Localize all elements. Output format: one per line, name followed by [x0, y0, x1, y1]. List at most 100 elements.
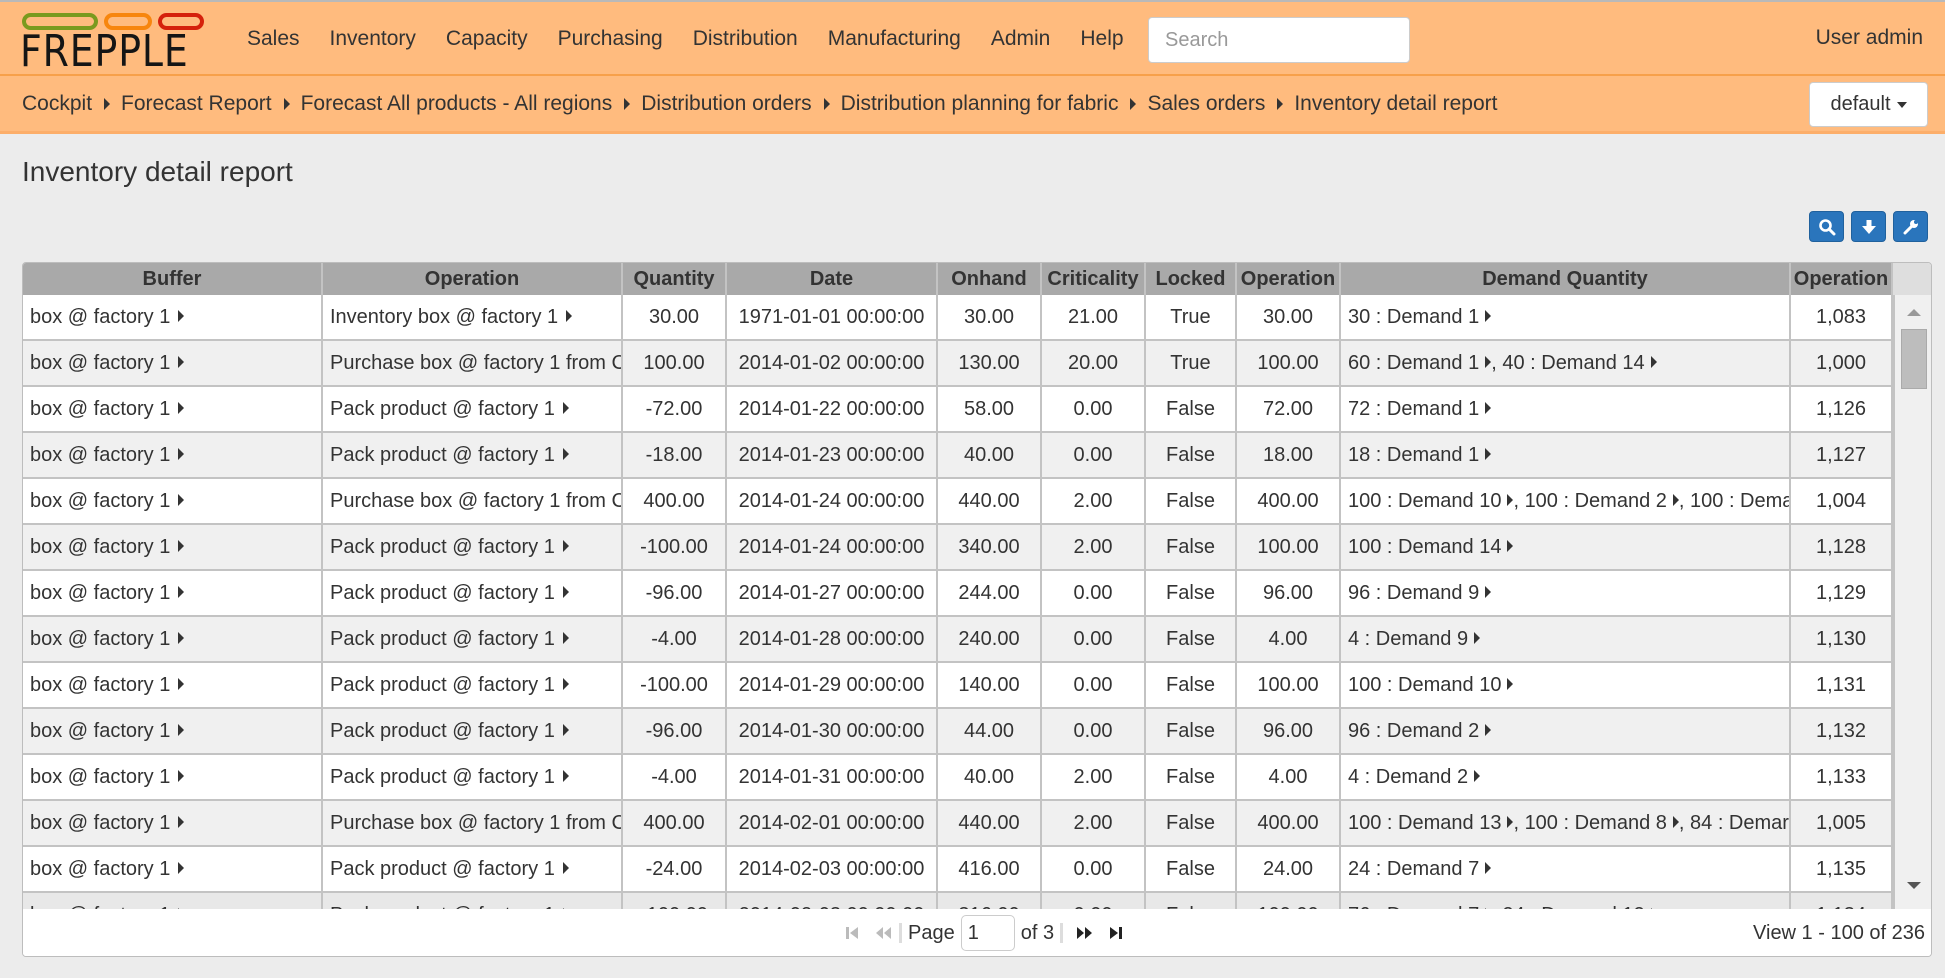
- table-row[interactable]: box @ factory 1 Pack product @ factory 1 -…: [23, 387, 1893, 433]
- drilldown-caret-icon[interactable]: [178, 816, 185, 828]
- cell-operation[interactable]: Pack product @ factory 1: [323, 755, 623, 799]
- drilldown-caret-icon[interactable]: [562, 448, 569, 460]
- demand-link[interactable]: 84 : Demar: [1690, 812, 1789, 834]
- drilldown-caret-icon[interactable]: [562, 770, 569, 782]
- drilldown-caret-icon[interactable]: [562, 724, 569, 736]
- breadcrumb-item-current[interactable]: Inventory detail report: [1294, 92, 1497, 116]
- drilldown-caret-icon[interactable]: [178, 540, 185, 552]
- drilldown-caret-icon[interactable]: [178, 724, 185, 736]
- drilldown-caret-icon[interactable]: [562, 402, 569, 414]
- drilldown-caret-icon[interactable]: [1485, 402, 1492, 414]
- page-number-input[interactable]: [960, 915, 1015, 951]
- table-row[interactable]: box @ factory 1 Pack product @ factory 1 -…: [23, 847, 1893, 893]
- demand-link[interactable]: 4 : Demand 2: [1348, 766, 1468, 788]
- cell-buffer[interactable]: box @ factory 1: [23, 893, 323, 909]
- drilldown-caret-icon[interactable]: [178, 632, 185, 644]
- demand-link[interactable]: 30 : Demand 1: [1348, 306, 1479, 328]
- demand-link[interactable]: 100 : Demand 10: [1348, 674, 1501, 696]
- table-row[interactable]: box @ factory 1 Pack product @ factory 1 -…: [23, 571, 1893, 617]
- drilldown-caret-icon[interactable]: [562, 540, 569, 552]
- menu-admin[interactable]: Admin: [991, 27, 1051, 51]
- cell-buffer[interactable]: box @ factory 1: [23, 525, 323, 569]
- table-row[interactable]: box @ factory 1 Pack product @ factory 1 -…: [23, 709, 1893, 755]
- table-row[interactable]: box @ factory 1 Inventory box @ factory 1…: [23, 295, 1893, 341]
- demand-link[interactable]: 100 : Demand 13: [1348, 812, 1501, 834]
- download-button[interactable]: [1851, 211, 1886, 242]
- breadcrumb-item[interactable]: Cockpit: [22, 92, 92, 116]
- search-input[interactable]: [1148, 17, 1410, 63]
- menu-sales[interactable]: Sales: [247, 27, 300, 51]
- column-header-demand-quantity[interactable]: Demand Quantity: [1341, 263, 1791, 295]
- scenario-dropdown[interactable]: default: [1809, 82, 1928, 127]
- cell-operation[interactable]: Pack product @ factory 1: [323, 571, 623, 615]
- cell-buffer[interactable]: box @ factory 1: [23, 663, 323, 707]
- last-page-button[interactable]: [1107, 924, 1125, 942]
- drilldown-caret-icon[interactable]: [178, 402, 185, 414]
- prev-page-button[interactable]: [873, 924, 893, 942]
- cell-buffer[interactable]: box @ factory 1: [23, 755, 323, 799]
- drilldown-caret-icon[interactable]: [178, 494, 185, 506]
- column-header-date[interactable]: Date: [727, 263, 938, 295]
- demand-link[interactable]: 60 : Demand 1: [1348, 352, 1479, 374]
- drilldown-caret-icon[interactable]: [178, 862, 185, 874]
- breadcrumb-item[interactable]: Forecast Report: [121, 92, 272, 116]
- drilldown-caret-icon[interactable]: [178, 448, 185, 460]
- breadcrumb-item[interactable]: Distribution orders: [641, 92, 811, 116]
- drilldown-caret-icon[interactable]: [178, 310, 185, 322]
- cell-buffer[interactable]: box @ factory 1: [23, 617, 323, 661]
- menu-distribution[interactable]: Distribution: [693, 27, 798, 51]
- demand-link[interactable]: 100 : Demand 2: [1525, 490, 1667, 512]
- drilldown-caret-icon[interactable]: [562, 632, 569, 644]
- configure-button[interactable]: [1893, 211, 1928, 242]
- scroll-up-icon[interactable]: [1907, 309, 1921, 316]
- cell-operation[interactable]: Pack product @ factory 1: [323, 525, 623, 569]
- drilldown-caret-icon[interactable]: [566, 310, 573, 322]
- cell-buffer[interactable]: box @ factory 1: [23, 295, 323, 339]
- column-header-operation-id[interactable]: Operation: [1791, 263, 1893, 295]
- menu-manufacturing[interactable]: Manufacturing: [828, 27, 961, 51]
- column-header-criticality[interactable]: Criticality: [1042, 263, 1146, 295]
- cell-operation[interactable]: Pack product @ factory 1: [323, 663, 623, 707]
- cell-operation[interactable]: Pack product @ factory 1: [323, 617, 623, 661]
- drilldown-caret-icon[interactable]: [1485, 724, 1492, 736]
- drilldown-caret-icon[interactable]: [1485, 310, 1492, 322]
- cell-operation[interactable]: Pack product @ factory 1: [323, 893, 623, 909]
- vertical-scrollbar[interactable]: [1893, 295, 1931, 909]
- user-menu[interactable]: User admin: [1816, 26, 1923, 50]
- cell-buffer[interactable]: box @ factory 1: [23, 387, 323, 431]
- demand-link[interactable]: 72 : Demand 1: [1348, 398, 1479, 420]
- search-button[interactable]: [1809, 211, 1844, 242]
- column-header-operation[interactable]: Operation: [323, 263, 623, 295]
- drilldown-caret-icon[interactable]: [562, 586, 569, 598]
- table-row[interactable]: box @ factory 1 Purchase box @ factory 1 …: [23, 801, 1893, 847]
- drilldown-caret-icon[interactable]: [1474, 632, 1481, 644]
- table-row[interactable]: box @ factory 1 Pack product @ factory 1 -…: [23, 755, 1893, 801]
- drilldown-caret-icon[interactable]: [178, 770, 185, 782]
- cell-operation[interactable]: Inventory box @ factory 1: [323, 295, 623, 339]
- column-header-quantity[interactable]: Quantity: [623, 263, 727, 295]
- cell-buffer[interactable]: box @ factory 1: [23, 847, 323, 891]
- breadcrumb-item[interactable]: Forecast All products - All regions: [301, 92, 613, 116]
- cell-buffer[interactable]: box @ factory 1: [23, 709, 323, 753]
- table-row[interactable]: box @ factory 1 Pack product @ factory 1 -…: [23, 525, 1893, 571]
- menu-help[interactable]: Help: [1080, 27, 1123, 51]
- drilldown-caret-icon[interactable]: [178, 356, 185, 368]
- scrollbar-thumb[interactable]: [1901, 329, 1927, 389]
- demand-link[interactable]: 100 : Demand 8: [1525, 812, 1667, 834]
- drilldown-caret-icon[interactable]: [1474, 770, 1481, 782]
- drilldown-caret-icon[interactable]: [1650, 356, 1657, 368]
- demand-link[interactable]: 96 : Demand 2: [1348, 720, 1479, 742]
- cell-operation[interactable]: Pack product @ factory 1: [323, 709, 623, 753]
- cell-buffer[interactable]: box @ factory 1: [23, 341, 323, 385]
- frepple-logo[interactable]: FREPPLE: [20, 10, 210, 74]
- column-header-operation-quantity[interactable]: Operation: [1237, 263, 1341, 295]
- demand-link[interactable]: 100 : Demand 10: [1348, 490, 1501, 512]
- demand-link[interactable]: 100 : Demand 14: [1348, 536, 1501, 558]
- column-header-locked[interactable]: Locked: [1146, 263, 1237, 295]
- demand-link[interactable]: 4 : Demand 9: [1348, 628, 1468, 650]
- drilldown-caret-icon[interactable]: [178, 586, 185, 598]
- first-page-button[interactable]: [843, 924, 861, 942]
- breadcrumb-item[interactable]: Distribution planning for fabric: [841, 92, 1119, 116]
- demand-link[interactable]: 96 : Demand 9: [1348, 582, 1479, 604]
- cell-operation[interactable]: Pack product @ factory 1: [323, 847, 623, 891]
